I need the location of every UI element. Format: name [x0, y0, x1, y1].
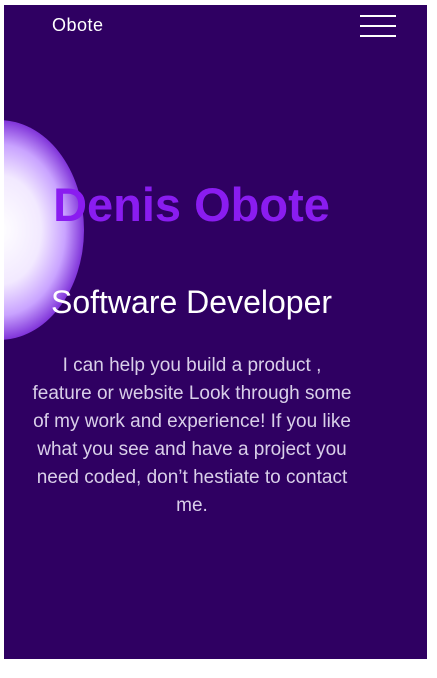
hero-name: Denis Obote: [53, 178, 330, 231]
hero-description: I can help you build a product , feature…: [32, 355, 352, 516]
brand-logo-text[interactable]: Obote: [52, 15, 104, 36]
page-viewport: Obote Denis Obote Software Developer I c…: [4, 5, 427, 659]
menu-line: [360, 15, 396, 17]
hero-role: Software Developer: [50, 284, 333, 320]
menu-line: [360, 35, 396, 37]
hamburger-menu-icon[interactable]: [360, 13, 398, 41]
menu-line: [360, 25, 396, 27]
